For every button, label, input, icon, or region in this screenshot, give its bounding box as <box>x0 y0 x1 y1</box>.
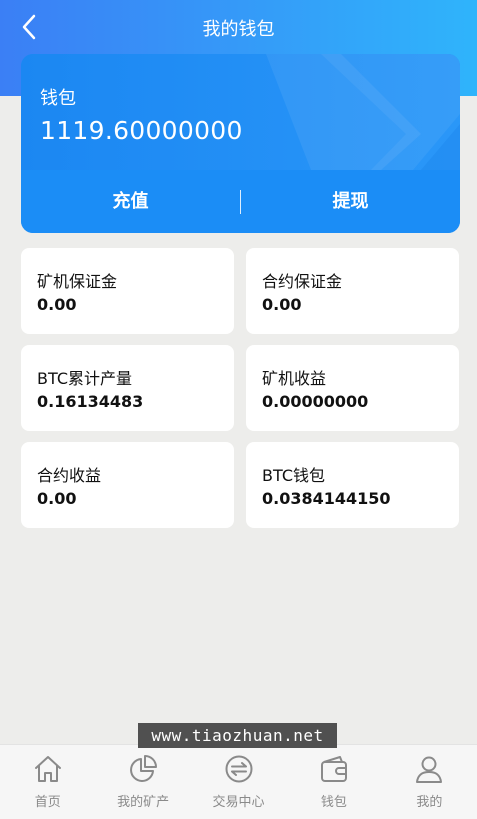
stat-card-miner-deposit[interactable]: 矿机保证金 0.00 <box>21 248 234 334</box>
tab-my-mines[interactable]: 我的矿产 <box>95 745 190 819</box>
stat-label: BTC钱包 <box>262 466 325 485</box>
tab-trading-center[interactable]: 交易中心 <box>191 745 286 819</box>
stat-value: 0.00 <box>37 489 77 508</box>
stat-label: 矿机保证金 <box>37 272 118 291</box>
withdraw-button[interactable]: 提现 <box>241 170 460 233</box>
tab-label: 我的矿产 <box>117 795 170 810</box>
tab-mine[interactable]: 我的 <box>382 745 477 819</box>
pie-chart-icon <box>130 755 158 782</box>
recharge-button[interactable]: 充值 <box>21 170 240 233</box>
stat-card-miner-earnings[interactable]: 矿机收益 0.00000000 <box>246 345 459 431</box>
stat-value: 0.00000000 <box>262 392 369 411</box>
stat-card-btc-wallet[interactable]: BTC钱包 0.0384144150 <box>246 442 459 528</box>
user-icon <box>416 756 443 783</box>
home-icon <box>34 756 61 782</box>
tab-label: 我的 <box>416 795 443 810</box>
stat-label: 合约保证金 <box>262 272 343 291</box>
tab-home[interactable]: 首页 <box>0 745 95 819</box>
page-title: 我的钱包 <box>202 19 275 40</box>
stat-label: 合约收益 <box>37 466 102 485</box>
wallet-icon <box>320 756 347 782</box>
stat-value: 0.00 <box>262 295 302 314</box>
wallet-balance: 1119.60000000 <box>40 116 243 145</box>
stat-value: 0.0384144150 <box>262 489 391 508</box>
wallet-card: 钱包 1119.60000000 充值 提现 <box>21 54 460 233</box>
tab-wallet[interactable]: 钱包 <box>286 745 381 819</box>
stat-card-contract-deposit[interactable]: 合约保证金 0.00 <box>246 248 459 334</box>
wallet-label: 钱包 <box>40 88 76 109</box>
stat-card-contract-earnings[interactable]: 合约收益 0.00 <box>21 442 234 528</box>
stat-label: 矿机收益 <box>262 369 327 388</box>
bottom-tab-bar: 首页 我的矿产 交易中心 钱包 我的 <box>0 744 477 819</box>
wallet-actions: 充值 提现 <box>21 170 460 233</box>
tab-label: 首页 <box>34 795 61 810</box>
tab-label: 钱包 <box>320 795 347 810</box>
stat-card-btc-total-output[interactable]: BTC累计产量 0.16134483 <box>21 345 234 431</box>
stat-value: 0.16134483 <box>37 392 144 411</box>
exchange-icon <box>225 755 253 783</box>
watermark-text: www.tiaozhuan.net <box>138 723 337 748</box>
stat-value: 0.00 <box>37 295 77 314</box>
stat-label: BTC累计产量 <box>37 369 132 388</box>
tab-label: 交易中心 <box>212 795 265 810</box>
